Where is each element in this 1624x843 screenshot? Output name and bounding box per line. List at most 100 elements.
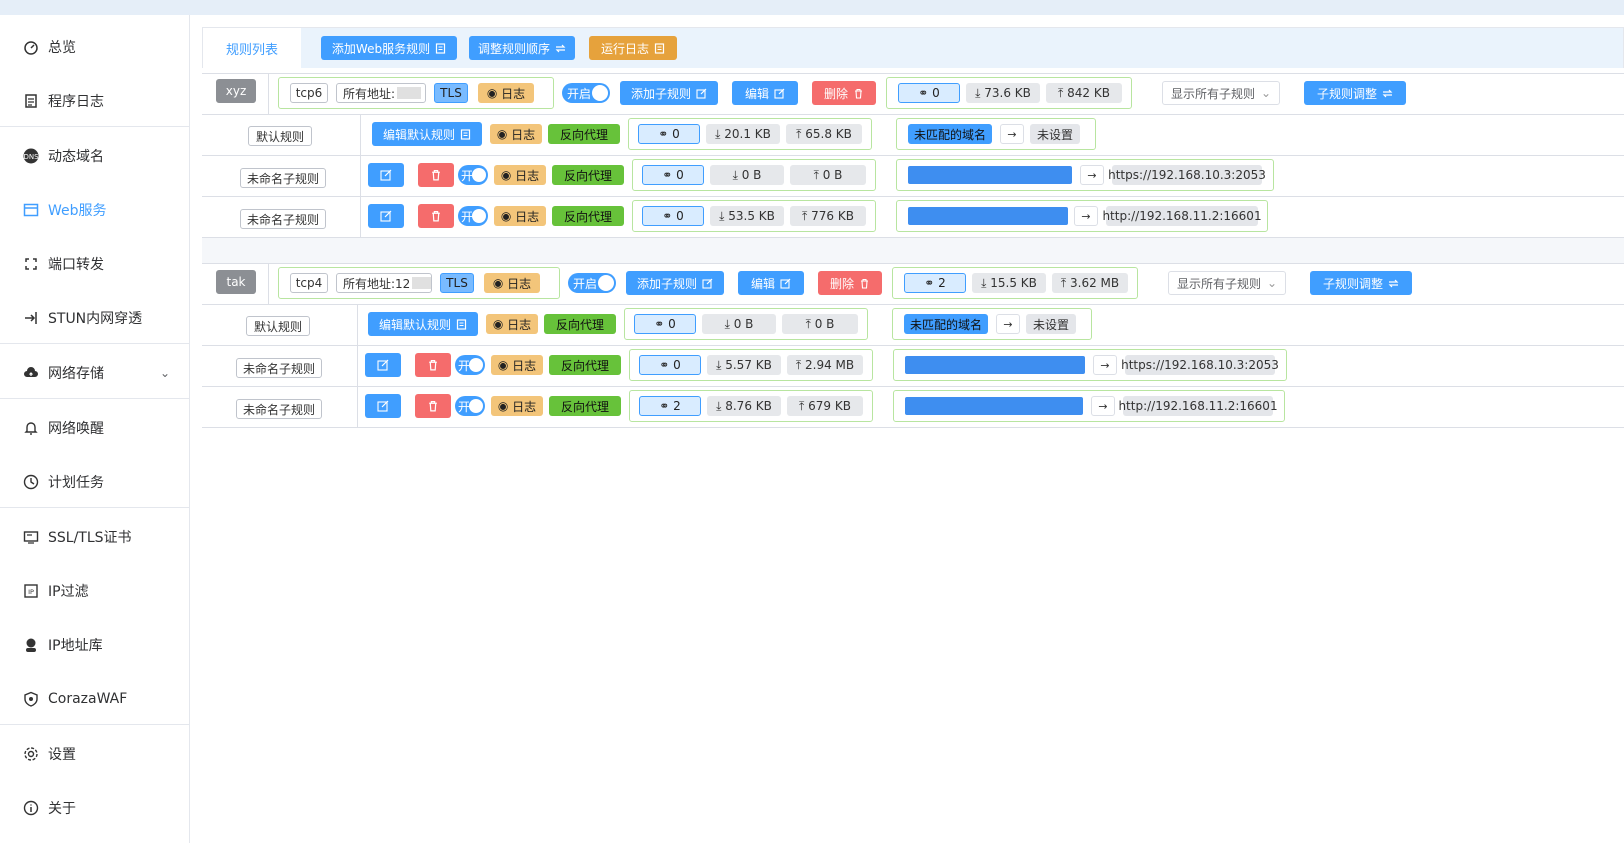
edit-sub-rule-button[interactable] [365,353,401,377]
unmatched-domain-tag: 未匹配的域名 [904,314,988,334]
sidebar-item-port-forward[interactable]: 端口转发 [0,244,190,284]
unset-tag: 未设置 [1026,314,1076,334]
sub-rule-switch[interactable]: 开 [458,165,488,185]
edit-default-rule-button[interactable]: 编辑默认规则 [372,122,482,146]
sidebar-item-about[interactable]: 关于 [0,788,190,828]
eye-icon: ◉ [500,168,516,182]
divider [268,263,269,304]
main-content: 规则列表 添加Web服务规则 调整规则顺序 运行日志 xyz tcp6 所有地址… [202,27,1624,843]
sub-rule-adjust-button[interactable]: 子规则调整 [1310,271,1412,295]
upload-stat: ⤒ 2.94 MB [787,355,863,375]
tab-rule-list[interactable]: 规则列表 [203,28,301,69]
connections-count: ⚭ 0 [898,83,960,103]
sidebar-item-ip-filter[interactable]: IP IP过滤 [0,571,190,611]
domain-list-redacted [905,397,1083,415]
connections-value: 0 [668,317,676,331]
log-label: 日志 [507,317,532,332]
download-icon: ⤓ [715,126,725,141]
download-icon: ⤓ [719,208,729,223]
divider [202,304,1624,305]
log-button[interactable]: ◉ 日志 [494,206,546,226]
log-button[interactable]: ◉ 日志 [490,124,542,144]
sub-rule-name: 未命名子规则 [236,399,322,419]
log-button[interactable]: ◉ 日志 [478,83,534,103]
download-value: 15.5 KB [990,276,1037,290]
connections-count: ⚭ 2 [639,396,701,416]
upload-stat: ⤒ 0 B [782,314,858,334]
sidebar-item-coraza-waf[interactable]: CorazaWAF [0,679,190,719]
edit-sub-rule-button[interactable] [368,163,404,187]
edit-sub-rule-button[interactable] [368,204,404,228]
edit-rule-button[interactable]: 编辑 [732,81,798,105]
delete-sub-rule-button[interactable] [415,353,451,377]
add-sub-rule-button[interactable]: 添加子规则 [626,271,724,295]
sidebar-item-label: IP过滤 [48,584,89,600]
edit-sub-rule-button[interactable] [365,394,401,418]
log-button[interactable]: ◉ 日志 [484,273,540,293]
log-button[interactable]: ◉ 日志 [486,314,538,334]
sidebar-item-stun[interactable]: STUN内网穿透 [0,298,190,338]
sidebar-item-scheduled-tasks[interactable]: 计划任务 [0,462,190,502]
reverse-proxy-tag: 反向代理 [549,355,621,375]
target-address: https://192.168.10.3:2053 [1121,355,1279,375]
sidebar-item-settings[interactable]: 设置 [0,734,190,774]
sidebar-item-network-storage[interactable]: 网络存储 ⌄ [0,353,190,393]
download-icon: ⤓ [724,316,734,331]
upload-stat: ⤒ 0 B [790,165,866,185]
eye-icon: ◉ [500,209,516,223]
arrow-right-icon: → [1091,396,1115,416]
edit-default-rule-button[interactable]: 编辑默认规则 [368,312,478,336]
run-log-button[interactable]: 运行日志 [589,36,677,60]
trash-icon [432,170,440,181]
trash-icon [432,211,440,222]
divider [202,345,1624,346]
delete-sub-rule-button[interactable] [418,204,454,228]
upload-icon: ⤒ [802,208,812,223]
sidebar-item-ssl-certificates[interactable]: SSL/TLS证书 [0,517,190,557]
download-value: 0 B [733,317,754,331]
show-sub-rules-select[interactable]: 显示所有子规则 ⌄ [1162,81,1280,105]
edit-rule-button[interactable]: 编辑 [738,271,804,295]
tls-tag: TLS [440,273,474,293]
delete-rule-button[interactable]: 删除 [818,271,882,295]
sub-rule-switch[interactable]: 开 [458,206,488,226]
sidebar-item-ddns[interactable]: DNS 动态域名 [0,136,190,176]
sub-rule-adjust-button[interactable]: 子规则调整 [1304,81,1406,105]
rule-enable-switch[interactable]: 开启 [568,273,616,293]
log-button[interactable]: ◉ 日志 [491,355,543,375]
sidebar-item-web-service[interactable]: Web服务 [0,190,190,230]
sidebar-item-overview[interactable]: 总览 [0,27,190,67]
log-button[interactable]: ◉ 日志 [494,165,546,185]
sidebar: 总览 程序日志 DNS 动态域名 Web服务 端口转发 STUN内网穿透 网络存… [0,15,190,843]
listen-address-field[interactable]: 所有地址: [336,83,426,103]
delete-sub-rule-button[interactable] [418,163,454,187]
sidebar-item-label: 动态域名 [48,149,104,165]
sidebar-item-ip-database[interactable]: IP地址库 [0,625,190,665]
divider [268,73,269,114]
arrow-right-icon: → [1000,124,1024,144]
reorder-rules-button[interactable]: 调整规则顺序 [469,36,575,60]
listen-address-field[interactable]: 所有地址:12 [336,273,432,293]
delete-sub-rule-button[interactable] [415,394,451,418]
arrow-right-icon: → [996,314,1020,334]
trash-icon [861,278,868,289]
delete-rule-button[interactable]: 删除 [812,81,876,105]
sidebar-item-program-log[interactable]: 程序日志 [0,81,190,121]
download-stat: ⤓ 53.5 KB [710,206,784,226]
log-button[interactable]: ◉ 日志 [491,396,543,416]
divider [202,155,1624,156]
upload-value: 2.94 MB [805,358,855,372]
sidebar-item-label: 网络唤醒 [48,421,104,437]
edit-label: 编辑 [750,276,775,291]
add-web-rule-button[interactable]: 添加Web服务规则 [321,36,457,60]
divider [202,73,1624,74]
sub-rule-switch[interactable]: 开 [455,355,485,375]
sub-rule-switch[interactable]: 开 [455,396,485,416]
dashboard-icon [22,38,40,56]
rule-enable-switch[interactable]: 开启 [562,83,610,103]
show-sub-rules-select[interactable]: 显示所有子规则 ⌄ [1168,271,1286,295]
protocol-tag: tcp4 [290,273,328,293]
sidebar-item-wake-on-lan[interactable]: 网络唤醒 [0,408,190,448]
add-sub-rule-button[interactable]: 添加子规则 [620,81,718,105]
link-icon: ⚭ [658,127,673,141]
